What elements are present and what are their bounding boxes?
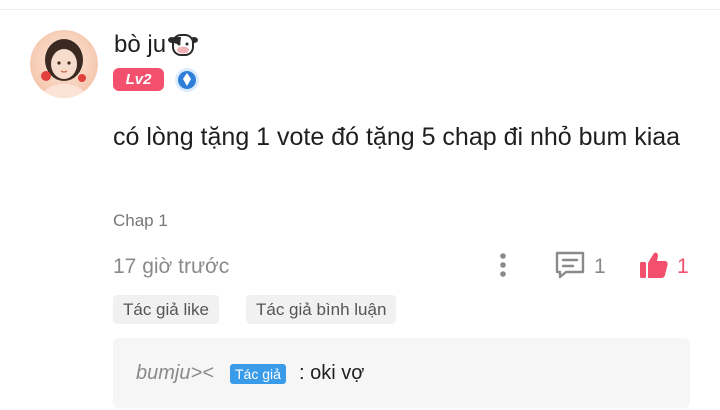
- more-options-button[interactable]: [490, 250, 516, 284]
- timestamp: 17 giờ trước: [113, 255, 230, 278]
- author-reply-box[interactable]: bumju>< Tác giả : oki vợ: [113, 338, 690, 408]
- avatar[interactable]: [30, 30, 98, 98]
- username[interactable]: bò ju: [114, 30, 199, 60]
- level-badge: Lv2: [113, 68, 164, 91]
- comment-card: bò ju Lv2 có lòng tặng 1 vote đó tặng 5 …: [0, 0, 720, 410]
- more-vertical-icon: [499, 252, 507, 283]
- reply-count: 1: [594, 255, 606, 278]
- author-badge: Tác giả: [230, 364, 286, 384]
- thumbs-up-icon: [638, 250, 670, 285]
- comment-text: có lòng tặng 1 vote đó tặng 5 chap đi nh…: [113, 123, 681, 151]
- reply-separator: :: [299, 362, 305, 384]
- like-count: 1: [677, 255, 689, 278]
- reply-button[interactable]: 1: [554, 250, 606, 284]
- comment-icon: [554, 250, 586, 285]
- reply-message: oki vợ: [310, 362, 365, 384]
- like-button[interactable]: 1: [638, 250, 689, 284]
- divider: [0, 9, 720, 10]
- reply-author[interactable]: bumju><: [136, 362, 214, 385]
- chapter-label[interactable]: Chap 1: [113, 211, 168, 231]
- username-text: bò ju: [114, 31, 167, 58]
- cow-icon: [168, 33, 199, 57]
- reply-text: : oki vợ: [299, 362, 364, 385]
- tag-author-reply: Tác giả bình luận: [246, 295, 397, 324]
- tag-author-like: Tác giả like: [113, 295, 219, 324]
- verified-badge-icon: [174, 67, 200, 93]
